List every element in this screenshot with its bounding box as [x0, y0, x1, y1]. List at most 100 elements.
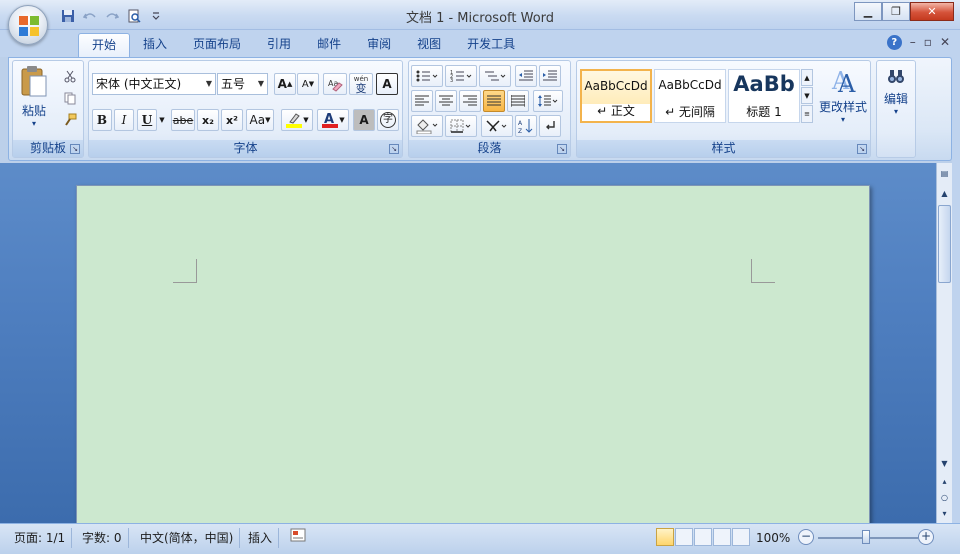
editing-button[interactable]: 编辑 ▾ [879, 67, 913, 116]
underline-dropdown-icon[interactable]: ▼ [157, 109, 167, 131]
char-border-button[interactable]: A [376, 73, 398, 95]
cut-icon[interactable] [61, 65, 79, 87]
draft-view-icon[interactable] [732, 528, 750, 546]
justify-icon[interactable] [483, 90, 505, 112]
phonetic-guide-button[interactable]: wén 变 [349, 73, 373, 95]
strikethrough-button[interactable]: abe [171, 109, 195, 131]
scroll-down-icon[interactable]: ▼ [938, 457, 951, 471]
ribbon-minimize-button[interactable]: – [910, 35, 916, 50]
decrease-indent-icon[interactable] [515, 65, 537, 87]
tab-insert[interactable]: 插入 [130, 33, 180, 57]
format-painter-icon[interactable] [61, 109, 79, 131]
enclose-char-button[interactable]: 字 [377, 109, 399, 131]
chinese-layout-icon[interactable] [481, 115, 513, 137]
change-styles-button[interactable]: A A 更改样式 ▾ [817, 65, 869, 124]
tab-view[interactable]: 视图 [404, 33, 454, 57]
ribbon-close-button[interactable]: ✕ [940, 35, 950, 50]
style-no-spacing-name: ↵ 无间隔 [665, 105, 715, 119]
ribbon-restore-button[interactable]: ▫ [924, 35, 932, 50]
close-button[interactable]: ✕ [910, 2, 954, 21]
tab-references[interactable]: 引用 [254, 33, 304, 57]
font-name-select[interactable]: 宋体 (中文正文) ▼ [92, 73, 216, 95]
tab-developer[interactable]: 开发工具 [454, 33, 528, 57]
font-color-button[interactable]: A ▼ [317, 109, 349, 131]
macro-record-icon[interactable] [284, 528, 312, 548]
subscript-button[interactable]: x₂ [197, 109, 219, 131]
bold-button[interactable]: B [92, 109, 112, 131]
styles-group: AaBbCcDd ↵ 正文 AaBbCcDd ↵ 无间隔 AaBb 标题 1 ▲… [576, 60, 871, 158]
tab-review[interactable]: 审阅 [354, 33, 404, 57]
paste-button[interactable]: 粘贴 ▾ [17, 65, 51, 128]
office-button[interactable] [8, 5, 48, 45]
bullets-icon[interactable] [411, 65, 443, 87]
status-page[interactable]: 页面: 1/1 [8, 528, 73, 548]
sort-icon[interactable]: AZ [515, 115, 537, 137]
chevron-down-icon: ▼ [257, 79, 264, 88]
chevron-down-icon: ▼ [205, 79, 212, 88]
scroll-up-icon[interactable]: ▲ [938, 187, 951, 201]
minimize-button[interactable]: ▁ [854, 2, 882, 21]
web-layout-view-icon[interactable] [694, 528, 712, 546]
paste-dropdown-arrow[interactable]: ▾ [17, 119, 51, 128]
clear-format-icon[interactable]: Aa [323, 73, 347, 95]
tab-mailings[interactable]: 邮件 [304, 33, 354, 57]
style-normal[interactable]: AaBbCcDd ↵ 正文 [580, 69, 652, 123]
outline-view-icon[interactable] [713, 528, 731, 546]
change-case-button[interactable]: Aa ▼ [246, 109, 274, 131]
distributed-icon[interactable] [507, 90, 529, 112]
multilevel-list-icon[interactable] [479, 65, 511, 87]
italic-button[interactable]: I [114, 109, 134, 131]
full-screen-reading-view-icon[interactable] [675, 528, 693, 546]
view-ruler-icon[interactable]: ▤ [938, 167, 951, 181]
styles-launcher-icon[interactable]: ↘ [857, 144, 867, 154]
select-browse-object-icon[interactable]: ○ [938, 491, 951, 505]
document-page[interactable] [76, 185, 870, 525]
grow-font-button[interactable]: A ▲ [274, 73, 296, 95]
change-styles-arrow: ▾ [840, 115, 845, 124]
numbering-icon[interactable]: 123 [445, 65, 477, 87]
font-launcher-icon[interactable]: ↘ [389, 144, 399, 154]
font-group-label: 字体 [89, 140, 402, 157]
highlight-color-button[interactable]: ▼ [281, 109, 313, 131]
zoom-in-icon[interactable]: + [918, 529, 934, 545]
superscript-button[interactable]: x² [221, 109, 243, 131]
zoom-out-icon[interactable]: − [798, 529, 814, 545]
style-no-spacing[interactable]: AaBbCcDd ↵ 无间隔 [654, 69, 726, 123]
next-page-icon[interactable]: ▾ [938, 507, 951, 521]
status-insert-mode[interactable]: 插入 [242, 528, 280, 548]
shrink-font-button[interactable]: A ▼ [297, 73, 319, 95]
line-spacing-icon[interactable] [533, 90, 563, 112]
zoom-level[interactable]: 100% [756, 528, 790, 548]
font-size-select[interactable]: 五号 ▼ [217, 73, 268, 95]
status-language[interactable]: 中文(简体，中国) [134, 528, 241, 548]
copy-icon[interactable] [61, 87, 79, 109]
underline-button[interactable]: U [137, 109, 157, 131]
styles-scroll-up-icon[interactable]: ▲ [801, 69, 813, 86]
shading-icon[interactable] [411, 115, 443, 137]
borders-icon[interactable] [445, 115, 477, 137]
align-center-icon[interactable] [435, 90, 457, 112]
previous-page-icon[interactable]: ▴ [938, 475, 951, 489]
char-shading-button[interactable]: A [353, 109, 375, 131]
tab-home[interactable]: 开始 [78, 33, 131, 57]
show-marks-icon[interactable] [539, 115, 561, 137]
maximize-button[interactable]: ❐ [882, 2, 910, 21]
scroll-thumb[interactable] [938, 205, 951, 283]
clipboard-launcher-icon[interactable]: ↘ [70, 144, 80, 154]
paragraph-launcher-icon[interactable]: ↘ [557, 144, 567, 154]
tab-page-layout[interactable]: 页面布局 [180, 33, 254, 57]
zoom-slider-thumb[interactable] [862, 530, 870, 544]
styles-more-icon[interactable]: ≡ [801, 105, 813, 123]
align-left-icon[interactable] [411, 90, 433, 112]
help-icon[interactable]: ? [886, 35, 902, 50]
change-case-label: Aa [249, 113, 266, 127]
align-right-icon[interactable] [459, 90, 481, 112]
vertical-scrollbar[interactable]: ▤ ▲ ▼ ▴ ○ ▾ [936, 163, 952, 523]
increase-indent-icon[interactable] [539, 65, 561, 87]
status-word-count[interactable]: 字数: 0 [76, 528, 129, 548]
style-heading-1[interactable]: AaBb 标题 1 [728, 69, 800, 123]
print-layout-view-icon[interactable] [656, 528, 674, 546]
svg-text:3: 3 [450, 78, 453, 83]
styles-scroll-down-icon[interactable]: ▼ [801, 87, 813, 104]
window-controls: ▁ ❐ ✕ [854, 2, 954, 21]
